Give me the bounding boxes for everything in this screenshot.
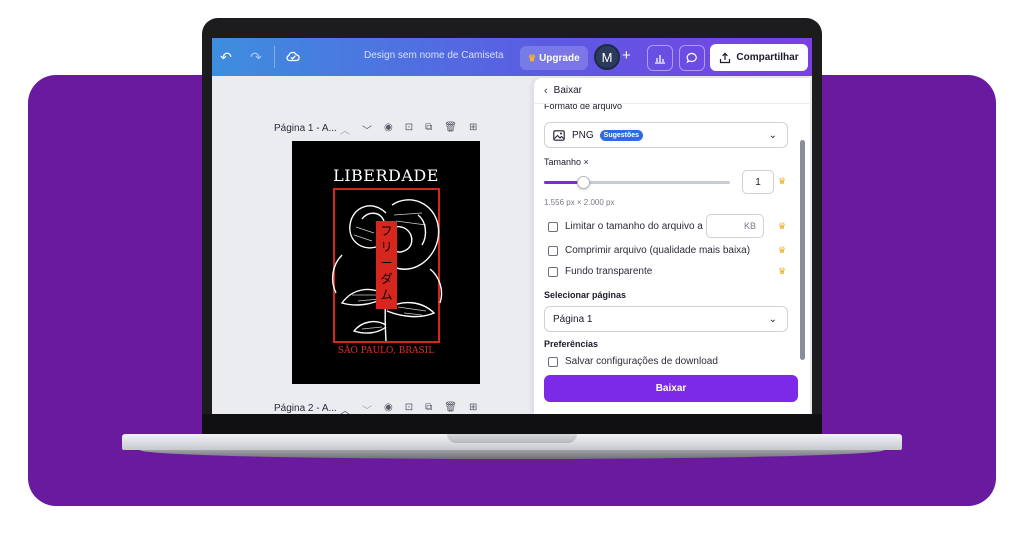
chevron-down-icon: ⌄	[768, 129, 777, 141]
stage: ↶ ↷ Design sem nome de Camiseta ♛ Upgrad…	[0, 0, 1024, 536]
download-button[interactable]: Baixar	[544, 375, 798, 402]
file-format-value: PNG	[572, 129, 594, 141]
save-settings-checkbox[interactable]	[548, 356, 558, 367]
design-title: LIBERDADE	[333, 166, 439, 185]
kanji-char: ー	[380, 256, 393, 270]
eye-icon[interactable]: ◉	[384, 122, 393, 137]
file-format-select[interactable]: PNG Sugestões ⌄	[544, 122, 788, 148]
crown-icon: ♛	[778, 176, 787, 186]
add-collaborator-icon[interactable]: +	[622, 47, 631, 64]
panel-title: Baixar	[553, 85, 583, 96]
undo-icon[interactable]: ↶	[214, 49, 238, 66]
kanji-char: リ	[380, 240, 393, 254]
design-subtitle: SÃO PAULO, BRASIL	[337, 346, 435, 356]
duplicate-icon[interactable]: ⧉	[425, 122, 432, 137]
save-settings-row[interactable]: Salvar configurações de download	[548, 356, 718, 367]
kanji-char: フ	[380, 224, 393, 238]
cloud-check-icon	[286, 51, 300, 62]
design-artboard[interactable]: LIBERDADE フ リ ー ダ ム SÃO PAULO, BRASIL	[292, 141, 480, 384]
transparent-row[interactable]: Fundo transparente	[548, 266, 652, 277]
kanji-char: ム	[380, 288, 393, 302]
add-page-icon[interactable]: ⊞	[469, 122, 477, 137]
bar-chart-icon	[655, 54, 665, 64]
document-title[interactable]: Design sem nome de Camiseta	[364, 50, 504, 61]
kanji-char: ダ	[380, 272, 393, 286]
cloud-saved-icon[interactable]	[281, 49, 305, 65]
size-label: Tamanho ×	[544, 157, 589, 167]
insights-button[interactable]	[647, 45, 673, 71]
size-slider[interactable]	[544, 176, 730, 189]
crown-icon: ♛	[778, 221, 787, 231]
kanji-text: フ リ ー ダ ム	[376, 223, 397, 303]
chevron-down-icon[interactable]: ﹀	[362, 122, 372, 137]
upgrade-label: Upgrade	[539, 52, 580, 64]
download-panel: ‹ Baixar Formato de arquivo PNG Sugestõe…	[534, 78, 810, 414]
crown-icon: ♛	[778, 266, 787, 276]
transparent-checkbox[interactable]	[548, 266, 558, 277]
upgrade-button[interactable]: ♛ Upgrade	[520, 46, 588, 70]
laptop-chin	[202, 414, 822, 436]
compress-checkbox[interactable]	[548, 245, 558, 256]
save-settings-label: Salvar configurações de download	[565, 356, 718, 367]
limit-size-checkbox[interactable]	[548, 221, 558, 232]
share-button[interactable]: Compartilhar	[710, 44, 808, 71]
chevron-up-icon[interactable]: ︿	[340, 122, 350, 137]
page-1-label[interactable]: Página 1 - A...	[274, 123, 337, 134]
crown-icon: ♛	[778, 245, 787, 255]
chevron-up-icon[interactable]: ︿	[340, 402, 350, 414]
lock-icon[interactable]: ⊡	[405, 122, 413, 137]
trash-icon[interactable]: 🗑	[444, 122, 457, 137]
share-label: Compartilhar	[736, 52, 799, 63]
size-input[interactable]: 1	[742, 170, 774, 194]
dimensions-text: 1.556 px × 2.000 px	[544, 198, 615, 207]
limit-size-label: Limitar o tamanho do arquivo a	[565, 221, 703, 232]
chevron-down-icon: ⌄	[768, 313, 777, 325]
preferences-label: Preferências	[544, 339, 599, 349]
select-pages-label: Selecionar páginas	[544, 290, 627, 300]
lock-icon[interactable]: ⊡	[405, 402, 413, 414]
size-slider-handle[interactable]	[577, 176, 591, 189]
page-1-toolbar: ︿ ﹀ ◉ ⊡ ⧉ 🗑 ⊞	[340, 122, 477, 137]
select-pages-dropdown[interactable]: Página 1 ⌄	[544, 306, 788, 332]
select-pages-value: Página 1	[553, 313, 593, 325]
duplicate-icon[interactable]: ⧉	[425, 402, 432, 414]
laptop-notch	[447, 434, 577, 443]
kb-unit: KB	[743, 221, 756, 231]
comments-button[interactable]	[679, 45, 705, 71]
compress-label: Comprimir arquivo (qualidade mais baixa)	[565, 245, 751, 256]
add-page-icon[interactable]: ⊞	[469, 402, 477, 414]
upload-icon	[720, 52, 731, 63]
chevron-down-icon[interactable]: ﹀	[362, 402, 372, 414]
trash-icon[interactable]: 🗑	[444, 402, 457, 414]
avatar[interactable]: M	[594, 44, 620, 70]
image-icon	[553, 129, 565, 141]
app-screen: ↶ ↷ Design sem nome de Camiseta ♛ Upgrad…	[212, 38, 812, 414]
suggestions-badge: Sugestões	[599, 129, 644, 141]
toolbar-divider	[274, 46, 275, 68]
panel-header: ‹ Baixar	[534, 78, 810, 104]
back-arrow-icon[interactable]: ‹	[544, 85, 548, 97]
panel-scrollbar[interactable]	[800, 140, 805, 360]
transparent-label: Fundo transparente	[565, 266, 653, 277]
kb-input[interactable]: KB	[706, 214, 764, 238]
compress-row[interactable]: Comprimir arquivo (qualidade mais baixa)	[548, 245, 750, 256]
crown-icon: ♛	[528, 52, 537, 63]
page-2-label[interactable]: Página 2 - A...	[274, 403, 337, 414]
comment-icon	[686, 52, 697, 64]
redo-icon[interactable]: ↷	[244, 49, 268, 66]
limit-size-row[interactable]: Limitar o tamanho do arquivo a	[548, 221, 703, 232]
eye-icon[interactable]: ◉	[384, 402, 393, 414]
page-2-toolbar: ︿ ﹀ ◉ ⊡ ⧉ 🗑 ⊞	[340, 402, 477, 414]
